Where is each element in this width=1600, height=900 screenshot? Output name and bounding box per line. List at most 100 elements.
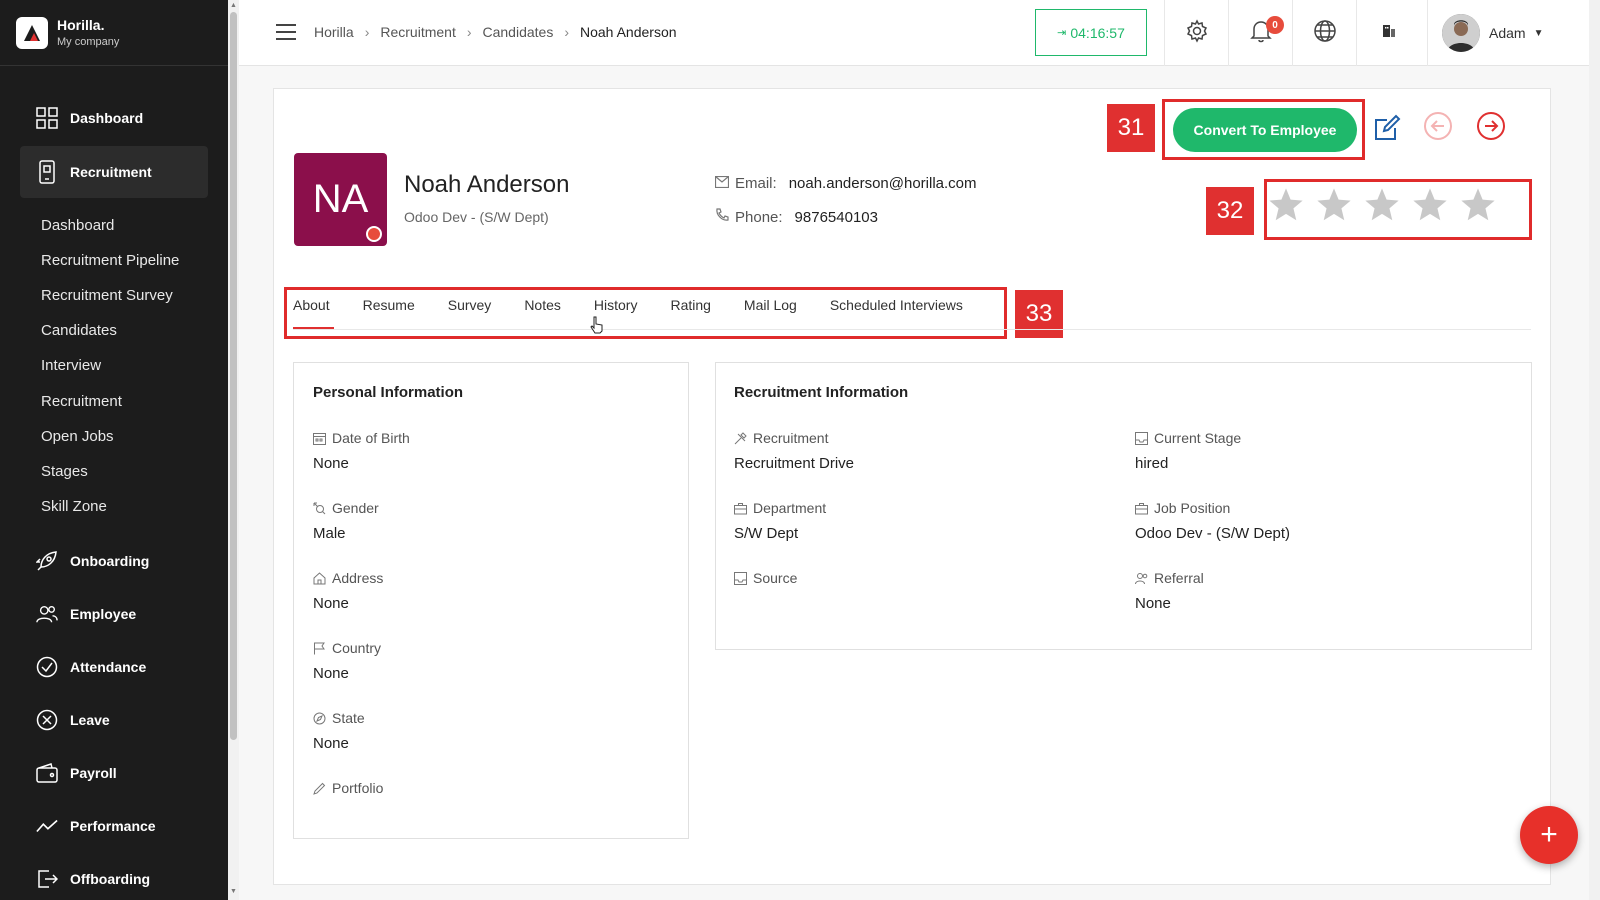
compass-icon [313, 711, 327, 725]
page-scrollbar[interactable] [1589, 0, 1600, 900]
home-icon [313, 571, 327, 585]
field-label-text: State [332, 710, 365, 726]
building-icon [1382, 24, 1396, 43]
scroll-down-icon[interactable]: ▼ [230, 888, 237, 895]
star-icon[interactable] [1267, 186, 1305, 224]
status-indicator [366, 226, 382, 242]
star-icon[interactable] [1411, 186, 1449, 224]
field-value-department: S/W Dept [734, 525, 799, 542]
breadcrumb-item[interactable]: Recruitment [380, 24, 455, 40]
sidebar-item-leave[interactable]: Leave [20, 694, 208, 746]
tab-resume[interactable]: Resume [363, 297, 415, 313]
tab-survey[interactable]: Survey [448, 297, 492, 313]
chevron-right-icon: › [564, 24, 569, 40]
gender-icon [313, 501, 327, 515]
plus-icon: + [1540, 818, 1558, 851]
edit-button[interactable] [1371, 114, 1403, 146]
field-label-job-position: Job Position [1135, 500, 1230, 516]
brand[interactable]: Horilla. My company [0, 0, 228, 66]
field-label-text: Address [332, 570, 384, 586]
sidebar-item-performance[interactable]: Performance [20, 800, 208, 852]
add-button[interactable]: + [1520, 806, 1578, 864]
convert-to-employee-button[interactable]: Convert To Employee [1173, 108, 1357, 152]
sidebar-item-offboarding[interactable]: Offboarding [20, 853, 208, 900]
previous-button[interactable] [1422, 111, 1454, 144]
timer-value: 04:16:57 [1070, 24, 1125, 41]
field-label-text: Current Stage [1154, 430, 1242, 446]
field-value-address: None [313, 595, 349, 612]
sidebar-scrollbar[interactable]: ▲ ▼ [228, 0, 239, 900]
trend-icon [36, 815, 58, 837]
user-menu[interactable]: Adam ▼ [1427, 0, 1587, 66]
gear-icon [1185, 18, 1209, 48]
phone-icon [36, 160, 58, 184]
breadcrumb-item[interactable]: Horilla [314, 24, 354, 40]
scroll-up-icon[interactable]: ▲ [230, 2, 237, 9]
calendar-icon [313, 431, 327, 445]
field-label-text: Department [753, 500, 827, 516]
clock-in-icon: ⇥ [1057, 27, 1067, 39]
panel-title: Personal Information [313, 384, 464, 401]
tab-mail-log[interactable]: Mail Log [744, 297, 797, 313]
sidebar-item-label: Recruitment [70, 164, 152, 180]
candidate-job-position: Odoo Dev - (S/W Dept) [404, 209, 549, 225]
field-label-text: Referral [1154, 570, 1204, 586]
email-value: noah.anderson@horilla.com [788, 175, 977, 192]
menu-icon[interactable] [276, 24, 296, 40]
sidebar-sub-recruitment-pipeline[interactable]: Recruitment Pipeline [41, 252, 179, 269]
notifications-button[interactable]: 0 [1228, 0, 1292, 66]
phone-value: 9876540103 [794, 208, 878, 226]
wallet-icon [36, 762, 58, 784]
breadcrumb-item[interactable]: Candidates [483, 24, 554, 40]
annotation-marker: 33 [1015, 290, 1063, 338]
highlight-box [284, 287, 1007, 339]
tab-about[interactable]: About [293, 297, 334, 329]
brand-company: My company [57, 36, 120, 48]
sidebar-sub-recruitment[interactable]: Recruitment [41, 393, 122, 410]
star-icon[interactable] [1459, 186, 1497, 224]
field-label-current-stage: Current Stage [1135, 430, 1241, 446]
mouse-cursor [590, 316, 604, 339]
sidebar-item-onboarding[interactable]: Onboarding [20, 535, 208, 587]
recruitment-information-panel [715, 362, 1532, 650]
rocket-icon [36, 550, 58, 572]
scrollbar-thumb[interactable] [230, 12, 237, 740]
globe-icon [1313, 19, 1337, 48]
sidebar-sub-stages[interactable]: Stages [41, 463, 88, 480]
candidate-email: Email: noah.anderson@horilla.com [714, 175, 977, 192]
tab-notes[interactable]: Notes [524, 297, 561, 313]
sidebar-item-employee[interactable]: Employee [20, 588, 208, 640]
star-icon[interactable] [1315, 186, 1353, 224]
pencil-icon [313, 781, 327, 795]
horilla-logo-icon [16, 16, 48, 49]
tab-history[interactable]: History [594, 297, 638, 313]
sidebar-sub-open-jobs[interactable]: Open Jobs [41, 428, 114, 445]
attendance-timer-button[interactable]: ⇥ 04:16:57 [1035, 9, 1147, 56]
sidebar-sub-interview[interactable]: Interview [41, 357, 101, 374]
phone-icon [715, 208, 729, 226]
next-button[interactable] [1475, 111, 1507, 144]
sidebar-sub-dashboard[interactable]: Dashboard [41, 217, 114, 234]
inbox-icon [734, 571, 748, 585]
tab-rating[interactable]: Rating [670, 297, 710, 313]
field-label-portfolio: Portfolio [313, 780, 383, 796]
tab-scheduled-interviews[interactable]: Scheduled Interviews [830, 297, 963, 313]
sidebar-item-label: Offboarding [70, 871, 151, 887]
sidebar-item-attendance[interactable]: Attendance [20, 641, 208, 693]
settings-button[interactable] [1164, 0, 1228, 66]
sidebar-sub-skill-zone[interactable]: Skill Zone [41, 498, 107, 515]
company-button[interactable] [1356, 0, 1420, 66]
sidebar-sub-candidates[interactable]: Candidates [41, 322, 117, 339]
star-icon[interactable] [1363, 186, 1401, 224]
sidebar-sub-recruitment-survey[interactable]: Recruitment Survey [41, 287, 173, 304]
sidebar-item-payroll[interactable]: Payroll [20, 747, 208, 799]
language-button[interactable] [1292, 0, 1356, 66]
sidebar-item-label: Performance [70, 818, 156, 834]
inbox-icon [1135, 431, 1149, 445]
user-name: Adam [1489, 25, 1526, 41]
sidebar-item-recruitment[interactable]: Recruitment [20, 146, 208, 198]
sidebar-item-dashboard[interactable]: Dashboard [20, 92, 208, 144]
annotation-marker: 32 [1206, 187, 1254, 235]
panel-title: Recruitment Information [734, 384, 909, 401]
field-value-job-position: Odoo Dev - (S/W Dept) [1135, 525, 1291, 542]
